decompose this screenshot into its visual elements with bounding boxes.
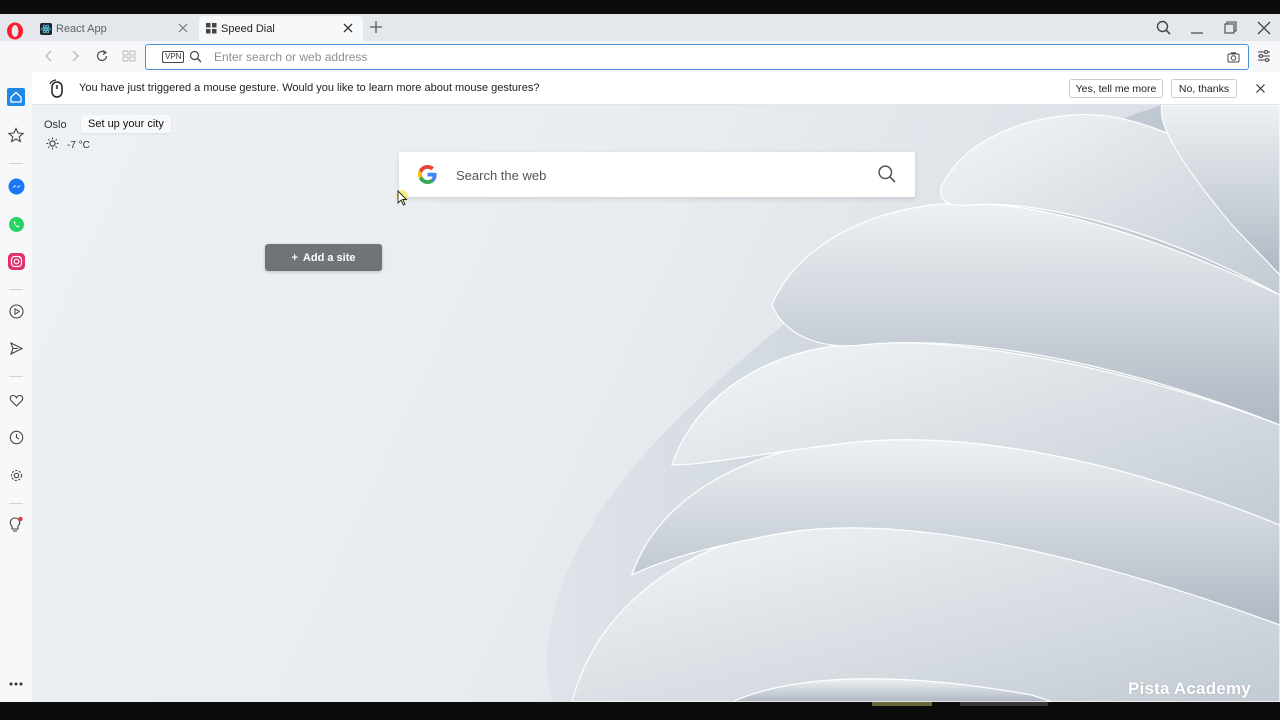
- sun-icon: [46, 137, 59, 150]
- sidebar-item-pinboards[interactable]: [7, 391, 25, 409]
- speed-dial-grid-icon[interactable]: [122, 49, 136, 63]
- sidebar-item-settings[interactable]: [7, 466, 25, 484]
- sidebar-separator: [9, 376, 23, 377]
- close-window-icon[interactable]: [1254, 18, 1274, 38]
- sidebar-item-messenger[interactable]: [7, 177, 25, 195]
- forward-icon[interactable]: [68, 49, 82, 63]
- restore-icon[interactable]: [1220, 18, 1240, 38]
- more-dots-icon: [9, 682, 23, 686]
- back-icon[interactable]: [42, 49, 56, 63]
- vpn-badge[interactable]: VPN: [162, 51, 185, 63]
- close-notification-icon[interactable]: [1255, 83, 1266, 94]
- set-up-city-tooltip[interactable]: Set up your city: [81, 115, 171, 133]
- whatsapp-icon: [8, 216, 24, 232]
- heart-icon: [9, 394, 23, 407]
- sidebar-separator: [9, 289, 23, 290]
- mouse-gesture-icon: [49, 79, 63, 98]
- minimize-icon[interactable]: [1187, 18, 1207, 38]
- new-tab-plus-icon[interactable]: [368, 19, 384, 35]
- history-clock-icon: [9, 430, 23, 444]
- taskbar-highlight: [872, 702, 932, 706]
- taskbar-highlight: [960, 702, 1048, 706]
- mouse-gesture-notification: You have just triggered a mouse gesture.…: [32, 72, 1280, 105]
- opera-logo-icon[interactable]: [6, 22, 24, 40]
- sidebar-item-my-flow[interactable]: [7, 339, 25, 357]
- notification-message: You have just triggered a mouse gesture.…: [79, 82, 540, 94]
- address-row: VPN: [32, 41, 1280, 72]
- react-favicon-icon: [40, 22, 52, 35]
- sidebar-item-player[interactable]: [7, 302, 25, 320]
- watermark-text: Pista Academy: [1128, 679, 1251, 698]
- tab-react-app[interactable]: React App: [34, 16, 198, 41]
- sidebar-item-bookmarks[interactable]: [7, 126, 25, 144]
- sidebar-separator: [9, 503, 23, 504]
- screen-top-bar: [0, 0, 1280, 14]
- browser-window: React App Speed Dial VPN Enter search or…: [0, 14, 1280, 702]
- yes-tell-me-more-button[interactable]: Yes, tell me more: [1069, 79, 1163, 98]
- instagram-icon: [7, 252, 25, 270]
- sidebar-separator: [9, 163, 23, 164]
- sidebar-item-instagram[interactable]: [7, 252, 25, 270]
- search-icon[interactable]: [877, 164, 897, 184]
- google-logo-icon: [418, 165, 437, 184]
- screen-bottom-bar: [0, 702, 1280, 720]
- add-a-site-label: Add a site: [302, 251, 356, 264]
- web-search-box: [399, 152, 915, 197]
- no-thanks-button[interactable]: No, thanks: [1171, 79, 1237, 98]
- snapshot-camera-icon[interactable]: [1227, 51, 1240, 63]
- tab-title: React App: [56, 22, 107, 35]
- weather-temperature: -7 °C: [67, 140, 90, 151]
- bookmarks-icon: [8, 127, 24, 143]
- sidebar-more-options[interactable]: [7, 675, 25, 693]
- sidebar-item-history[interactable]: [7, 428, 25, 446]
- lightbulb-icon: [9, 516, 23, 532]
- address-bar: VPN: [145, 44, 1249, 70]
- tab-speed-dial[interactable]: Speed Dial: [199, 16, 363, 41]
- mouse-cursor-icon: [396, 190, 408, 206]
- tab-title: Speed Dial: [221, 22, 275, 35]
- messenger-icon: [8, 178, 24, 194]
- sidebar: [0, 41, 32, 702]
- search-icon: [189, 50, 202, 63]
- add-a-site-button[interactable]: + Add a site: [265, 244, 382, 271]
- reload-icon[interactable]: [95, 49, 109, 63]
- close-tab-icon[interactable]: [341, 21, 355, 35]
- sidebar-item-home[interactable]: [7, 88, 25, 106]
- speed-dial-page: Oslo Set up your city -7 °C + Add a site…: [32, 105, 1280, 702]
- speed-dial-favicon-icon: [205, 23, 217, 35]
- gear-icon: [10, 469, 22, 481]
- weather-city[interactable]: Oslo: [44, 119, 67, 131]
- send-icon: [9, 341, 23, 355]
- tab-search-icon[interactable]: [1154, 18, 1174, 38]
- home-icon: [7, 88, 25, 106]
- plus-icon: +: [291, 251, 298, 264]
- sidebar-item-whatsapp[interactable]: [7, 215, 25, 233]
- easy-setup-icon[interactable]: [1257, 49, 1271, 63]
- tab-strip: React App Speed Dial: [0, 14, 1280, 41]
- close-tab-icon[interactable]: [176, 21, 190, 35]
- address-input[interactable]: [214, 48, 1194, 66]
- web-search-input[interactable]: [456, 165, 856, 185]
- sidebar-item-tips[interactable]: [7, 516, 25, 534]
- player-icon: [8, 303, 24, 319]
